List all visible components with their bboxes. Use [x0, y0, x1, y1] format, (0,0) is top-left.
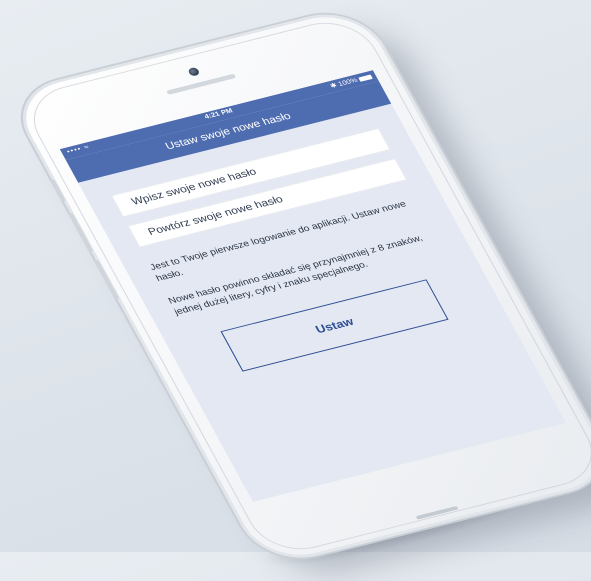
- battery-icon: [358, 74, 373, 82]
- app-screen: •••• ≈ 4:21 PM ✱ 100% Ustaw swoje nowe h…: [59, 70, 567, 502]
- phone-mockup: •••• ≈ 4:21 PM ✱ 100% Ustaw swoje nowe h…: [9, 6, 591, 566]
- phone-body: •••• ≈ 4:21 PM ✱ 100% Ustaw swoje nowe h…: [9, 6, 591, 566]
